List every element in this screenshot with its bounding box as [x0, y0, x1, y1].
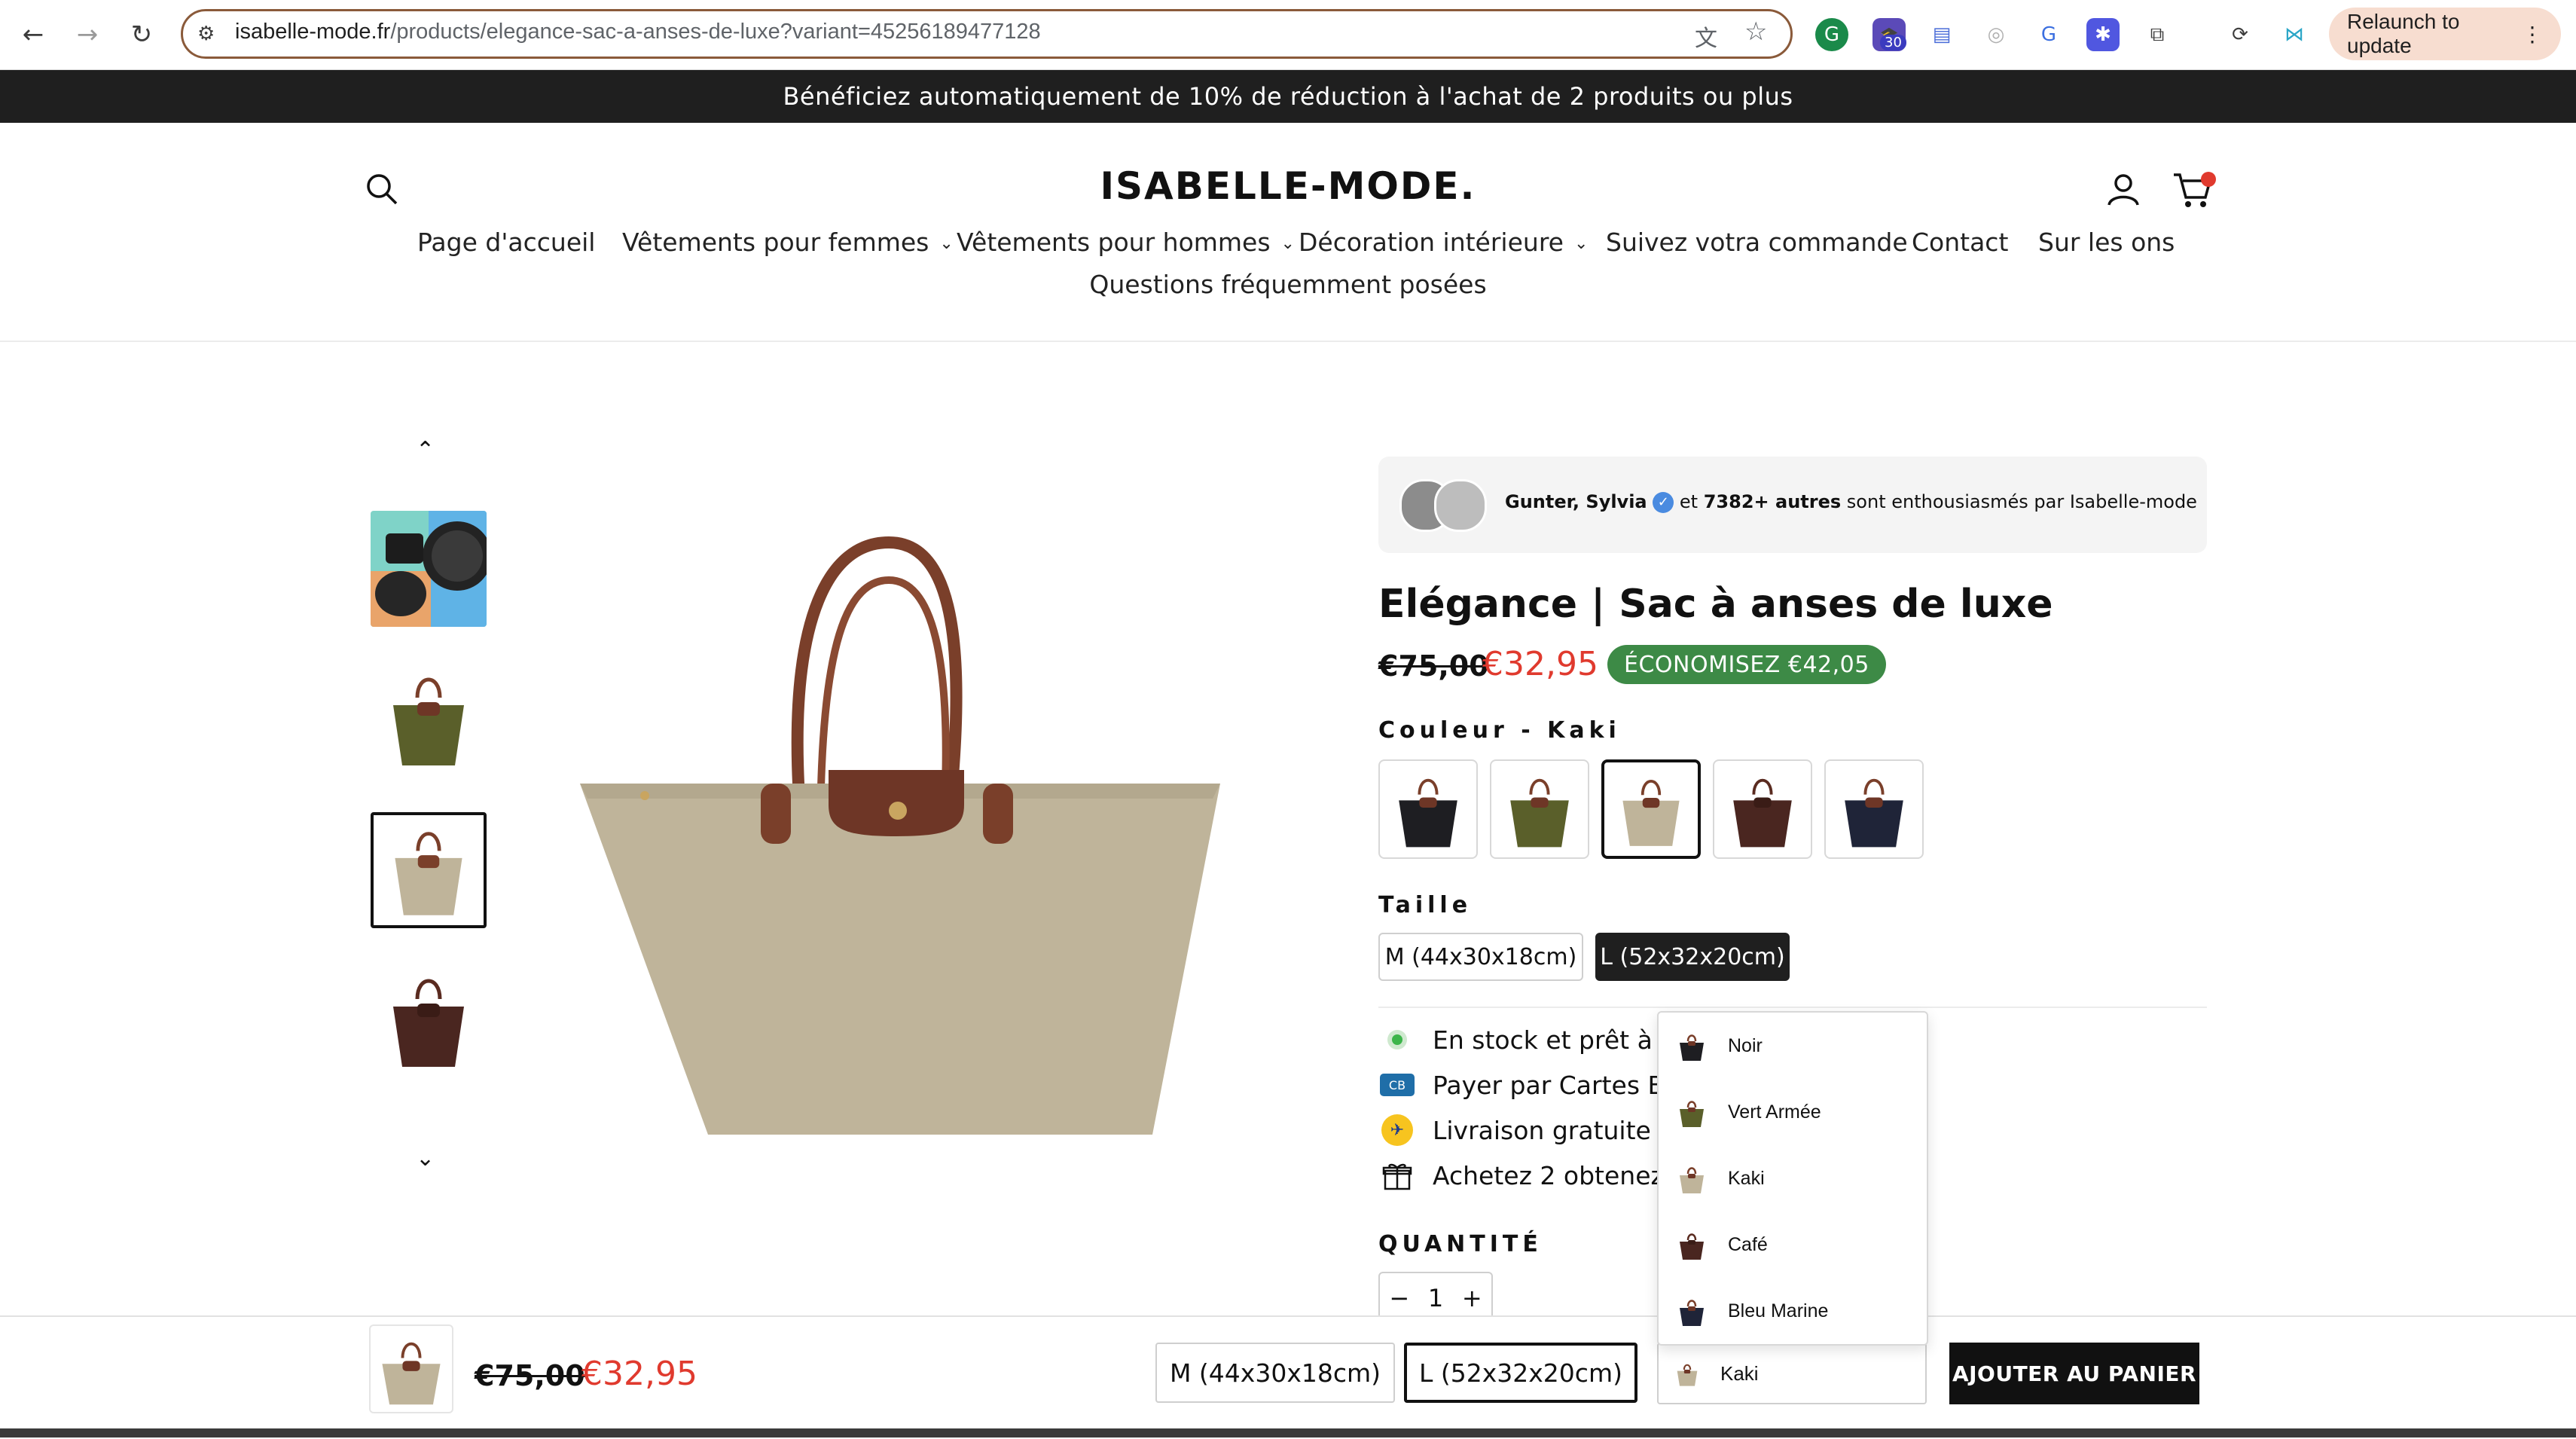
- size-m-button[interactable]: M (44x30x18cm): [1378, 933, 1583, 981]
- bookmark-star-icon[interactable]: ☆: [1744, 17, 1767, 47]
- color-swatch-bleu-marine[interactable]: [1824, 759, 1924, 859]
- sticky-size-m-button[interactable]: M (44x30x18cm): [1155, 1343, 1395, 1403]
- size-option-label: Taille: [1378, 892, 1473, 918]
- chevron-down-icon: ⌄: [1573, 234, 1589, 253]
- sticky-color-select[interactable]: Kaki: [1657, 1343, 1927, 1404]
- navy-bag-icon: [1680, 1300, 1704, 1326]
- chevron-up-icon[interactable]: ⌃: [416, 437, 435, 463]
- grammarly-extension-icon[interactable]: G: [1815, 18, 1848, 51]
- promo-row: Achetez 2 obtenez 1: [1378, 1160, 1687, 1190]
- sticky-sale-price: €32,95: [581, 1355, 697, 1393]
- color-swatch-noir[interactable]: [1378, 759, 1478, 859]
- stock-status-row: En stock et prêt à êtr: [1378, 1025, 1695, 1055]
- extension-badge: 30: [1880, 35, 1906, 50]
- dropdown-option-cafe[interactable]: Café: [1674, 1211, 1915, 1278]
- quantity-value[interactable]: 1: [1428, 1284, 1443, 1312]
- relaunch-button[interactable]: Relaunch to update ⋮: [2329, 8, 2561, 60]
- sale-price: €32,95: [1482, 645, 1598, 683]
- quantity-plus-button[interactable]: +: [1462, 1284, 1482, 1312]
- thumbnail-green-bag[interactable]: [371, 660, 487, 776]
- chevron-down-icon: ⌄: [939, 234, 954, 253]
- site-info-icon[interactable]: ⚙: [197, 23, 215, 45]
- nav-about[interactable]: Sur les ons: [2038, 228, 2175, 257]
- window-bottom-edge: [0, 1428, 2576, 1437]
- product-title: Elégance | Sac à anses de luxe: [1378, 582, 2053, 627]
- black-bag-icon: [1680, 1034, 1704, 1061]
- puzzle-extensions-icon[interactable]: ⧉: [2141, 18, 2174, 51]
- chevron-down-icon: ⌄: [1280, 234, 1295, 253]
- size-l-button[interactable]: L (52x32x20cm): [1595, 933, 1790, 981]
- color-swatch-kaki[interactable]: [1601, 759, 1701, 859]
- dropdown-option-noir[interactable]: Noir: [1674, 1013, 1915, 1079]
- announcement-bar: Bénéficiez automatiquement de 10% de réd…: [0, 70, 2576, 123]
- kaki-bag-icon: [1677, 1364, 1698, 1386]
- nav-home[interactable]: Page d'accueil: [417, 228, 595, 257]
- verified-badge-icon: ✓: [1653, 492, 1674, 513]
- chevron-down-icon[interactable]: ⌄: [416, 1145, 435, 1172]
- khaki-bag-icon: [1680, 1167, 1704, 1193]
- section-divider: [1378, 1007, 2207, 1008]
- settings-extension-icon[interactable]: ✱: [2086, 18, 2120, 51]
- nav-faq[interactable]: Questions fréquemment posées: [0, 270, 2576, 299]
- header-divider: [0, 341, 2576, 342]
- compare-at-price: €75,00: [1378, 649, 1489, 683]
- nav-contact[interactable]: Contact: [1912, 228, 2008, 257]
- compass-extension-icon[interactable]: ◎: [1979, 18, 2013, 51]
- add-to-cart-button[interactable]: AJOUTER AU PANIER: [1949, 1343, 2199, 1404]
- color-option-label: Couleur - Kaki: [1378, 717, 1621, 744]
- reload-icon[interactable]: ↻: [124, 17, 160, 53]
- main-product-image[interactable]: [572, 527, 1228, 1148]
- color-swatch-vert-armee[interactable]: [1490, 759, 1589, 859]
- sync-icon[interactable]: ⟳: [2223, 18, 2257, 51]
- color-swatch-cafe[interactable]: [1713, 759, 1812, 859]
- sticky-product-thumbnail: [369, 1324, 453, 1413]
- nav-men[interactable]: Vêtements pour hommes ⌄: [957, 228, 1295, 257]
- la-poste-icon: ✈: [1378, 1114, 1416, 1146]
- translate-icon[interactable]: 文: [1695, 20, 1717, 53]
- nav-home-decor[interactable]: Décoration intérieure ⌄: [1299, 228, 1588, 257]
- url-text[interactable]: isabelle-mode.fr/products/elegance-sac-a…: [235, 20, 1041, 44]
- thumbnail-brown-bag[interactable]: [371, 961, 487, 1077]
- shipping-row: ✈ Livraison gratuite ave: [1378, 1114, 1704, 1146]
- savings-badge: ÉCONOMISEZ €42,05: [1607, 645, 1886, 684]
- avatar: [1434, 479, 1487, 532]
- gift-icon: [1378, 1160, 1416, 1190]
- document-extension-icon[interactable]: ▤: [1925, 18, 1958, 51]
- social-proof-text: Gunter, Sylvia ✓ et 7382+ autres sont en…: [1505, 491, 2197, 513]
- dropdown-option-vert-armee[interactable]: Vert Armée: [1674, 1079, 1915, 1145]
- sticky-compare-at-price: €75,00: [475, 1359, 585, 1392]
- account-icon[interactable]: [2106, 172, 2141, 209]
- payment-row: CB Payer par Cartes Bar: [1378, 1070, 1690, 1100]
- translate-extension-icon[interactable]: G: [2032, 18, 2065, 51]
- quantity-minus-button[interactable]: −: [1389, 1284, 1409, 1312]
- in-stock-dot-icon: [1378, 1025, 1416, 1055]
- sticky-size-l-button[interactable]: L (52x32x20cm): [1404, 1343, 1637, 1403]
- bow-extension-icon[interactable]: ⋈: [2278, 18, 2311, 51]
- brown-bag-icon: [1680, 1233, 1704, 1260]
- dropdown-option-bleu-marine[interactable]: Bleu Marine: [1674, 1278, 1915, 1344]
- more-menu-icon[interactable]: ⋮: [2522, 22, 2543, 47]
- nav-track-order[interactable]: Suivez votra commande: [1606, 228, 1908, 257]
- green-bag-icon: [1680, 1101, 1704, 1127]
- nav-women[interactable]: Vêtements pour femmes ⌄: [622, 228, 954, 257]
- quantity-label: QUANTITÉ: [1378, 1231, 1543, 1257]
- dropdown-option-kaki[interactable]: Kaki: [1674, 1145, 1915, 1211]
- cart-count-dot: [2201, 172, 2216, 187]
- color-dropdown-menu: Noir Vert Armée Kaki Café Bleu Marine: [1657, 1011, 1928, 1346]
- forward-icon[interactable]: →: [69, 17, 105, 53]
- credit-card-icon: CB: [1378, 1070, 1416, 1100]
- back-icon[interactable]: ←: [15, 17, 51, 53]
- thumbnail-interior[interactable]: [371, 511, 487, 627]
- thumbnail-khaki-bag[interactable]: [371, 812, 487, 928]
